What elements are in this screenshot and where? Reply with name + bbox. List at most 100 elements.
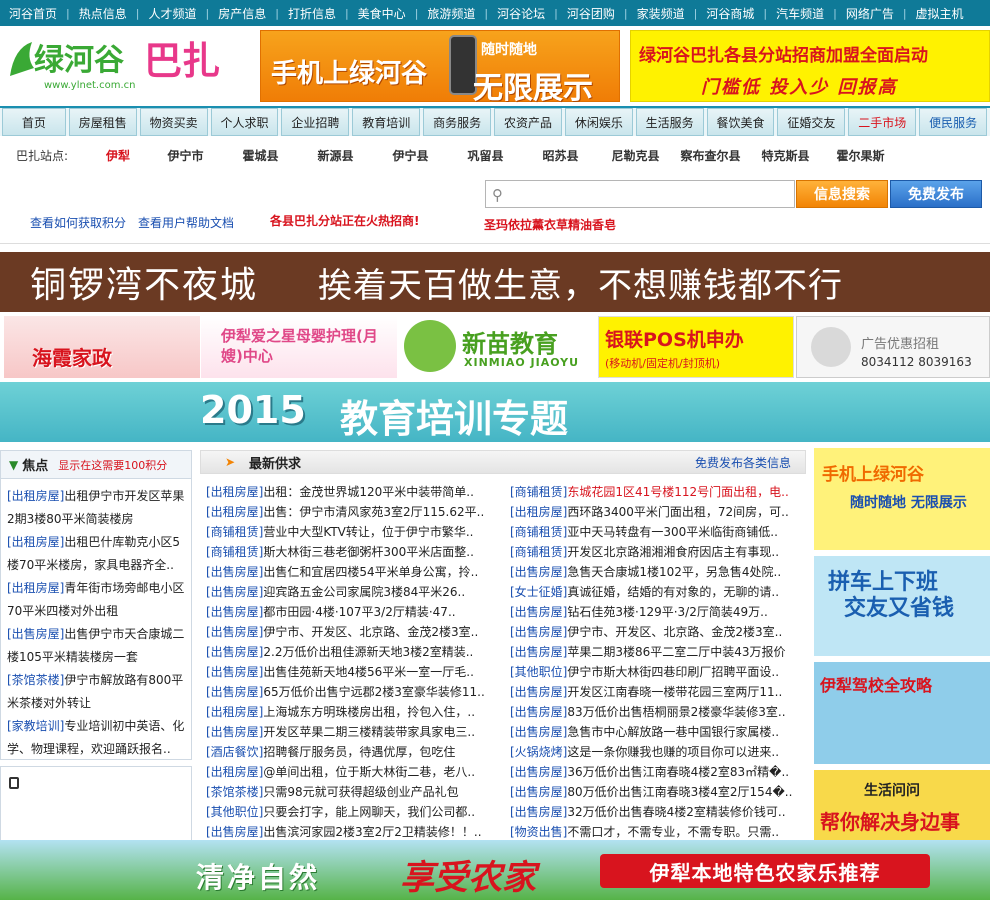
supply-item-text[interactable]: 出售：伊宁市清风家苑3室2厅115.62平.. <box>263 505 484 519</box>
promo-link[interactable]: 圣玛依拉薰衣草精油香皂 <box>484 216 616 233</box>
nav-tab[interactable]: 首页 <box>2 108 66 136</box>
recruit-link[interactable]: 各县巴扎分站正在火热招商! <box>270 212 419 229</box>
supply-item-tag[interactable]: [其他职位] <box>510 665 567 679</box>
supply-item-tag[interactable]: [出租房屋] <box>206 485 263 499</box>
supply-item[interactable]: [茶馆茶楼]只需98元就可获得超级创业产品礼包 <box>206 782 506 802</box>
supply-item-text[interactable]: @单间出租，位于斯大林街二巷，老八.. <box>263 765 475 779</box>
supply-item-text[interactable]: 只要会打字，能上网聊天，我们公司都.. <box>263 805 475 819</box>
right-ad-mobile[interactable]: 手机上绿河谷 随时随地 无限展示 <box>814 448 990 550</box>
supply-item[interactable]: [商铺租赁]营业中大型KTV转让，位于伊宁市繁华.. <box>206 522 506 542</box>
supply-item-tag[interactable]: [出售房屋] <box>206 665 263 679</box>
supply-item[interactable]: [出售房屋]急售天合康城1楼102平，另急售4处院.. <box>510 562 810 582</box>
supply-item[interactable]: [商铺租赁]斯大林街三巷老御粥杆300平米店面整.. <box>206 542 506 562</box>
supply-item-tag[interactable]: [物资出售] <box>510 825 567 839</box>
focus-item[interactable]: [出租房屋]出租伊宁市开发区苹果2期3楼80平米简装楼房 <box>7 485 187 531</box>
supply-item-tag[interactable]: [出售房屋] <box>510 645 567 659</box>
supply-item[interactable]: [出售房屋]36万低价出售江南春晓4楼2室83㎡精�.. <box>510 762 810 782</box>
topbar-item[interactable]: 热点信息 <box>70 5 136 22</box>
supply-item-text[interactable]: 招聘餐厅服务员，待遇优厚，包吃住 <box>263 745 455 759</box>
supply-item-text[interactable]: 不需口才，不需专业，不需专职。只需.. <box>567 825 779 839</box>
supply-item-tag[interactable]: [其他职位] <box>206 805 263 819</box>
supply-item-text[interactable]: 都市田园·4楼·107平3/2厅精装·47.. <box>263 605 455 619</box>
nav-tab[interactable]: 休闲娱乐 <box>564 108 633 136</box>
supply-item[interactable]: [出售房屋]出售滨河家园2楼3室2厅2卫精装修！！.. <box>206 822 506 842</box>
supply-item-text[interactable]: 出售仁和宜居四楼54平米单身公寓，拎.. <box>263 565 478 579</box>
station-link[interactable]: 尼勒克县 <box>598 147 673 164</box>
topbar-item[interactable]: 美食中心 <box>349 5 415 22</box>
topbar-item[interactable]: 家装频道 <box>628 5 694 22</box>
supply-item[interactable]: [商铺租赁]东城花园1区41号楼112号门面出租，电.. <box>510 482 810 502</box>
supply-item-text[interactable]: 东城花园1区41号楼112号门面出租，电.. <box>567 485 788 499</box>
topbar-item[interactable]: 汽车频道 <box>767 5 833 22</box>
supply-publish-link[interactable]: 免费发布各类信息 <box>695 454 791 471</box>
supply-item-text[interactable]: 苹果二期3楼86平二室二厅中装43万报价 <box>567 645 785 659</box>
supply-item[interactable]: [出售房屋]2.2万低价出租佳源新天地3楼2室精装.. <box>206 642 506 662</box>
supply-item-text[interactable]: 斯大林街三巷老御粥杆300平米店面整.. <box>263 545 474 559</box>
supply-item[interactable]: [出售房屋]伊宁市、开发区、北京路、金茂2楼3室.. <box>206 622 506 642</box>
supply-item-tag[interactable]: [出售房屋] <box>510 705 567 719</box>
supply-item-tag[interactable]: [出售房屋] <box>206 825 263 839</box>
supply-item-text[interactable]: 伊宁市、开发区、北京路、金茂2楼3室.. <box>263 625 478 639</box>
supply-item[interactable]: [出租房屋]西环路3400平米门面出租，72间房，可.. <box>510 502 810 522</box>
focus-item-tag[interactable]: [茶馆茶楼] <box>7 673 64 687</box>
topbar-item[interactable]: 房产信息 <box>209 5 275 22</box>
supply-item[interactable]: [出租房屋]出租：金茂世界城120平米中装带简单.. <box>206 482 506 502</box>
station-link[interactable]: 新源县 <box>298 147 373 164</box>
supply-item-text[interactable]: 西环路3400平米门面出租，72间房，可.. <box>567 505 788 519</box>
supply-item-tag[interactable]: [出租房屋] <box>510 505 567 519</box>
supply-item-text[interactable]: 80万低价出售江南春晓3楼4室2厅154�.. <box>567 785 792 799</box>
supply-item-text[interactable]: 开发区江南春晓一楼带花园三室两厅11.. <box>567 685 782 699</box>
supply-item-tag[interactable]: [商铺租赁] <box>510 525 567 539</box>
supply-item[interactable]: [出售房屋]32万低价出售春晓4楼2室精装修价钱可.. <box>510 802 810 822</box>
station-link[interactable]: 特克斯县 <box>748 147 823 164</box>
supply-item-tag[interactable]: [出售房屋] <box>206 685 263 699</box>
supply-item-tag[interactable]: [商铺租赁] <box>206 545 263 559</box>
supply-item-text[interactable]: 开发区苹果二期三楼精装带家具家电三.. <box>263 725 475 739</box>
supply-item-tag[interactable]: [出售房屋] <box>206 605 263 619</box>
footer-banner[interactable]: 清净自然 享受农家 伊犁本地特色农家乐推荐 <box>0 840 990 900</box>
ad-mobile-banner[interactable]: 手机上绿河谷 随时随地 无限展示 <box>260 30 620 106</box>
supply-item-tag[interactable]: [商铺租赁] <box>206 525 263 539</box>
topbar-item[interactable]: 网络广告 <box>837 5 903 22</box>
right-ad-driving[interactable]: 伊犁驾校全攻略 <box>814 662 990 764</box>
focus-item[interactable]: [出租房屋]出租巴什库勒克小区5楼70平米楼房，家具电器齐全.. <box>7 531 187 577</box>
station-link[interactable]: 伊宁县 <box>373 147 448 164</box>
supply-item-text[interactable]: 这是一条你赚我也赚的项目你可以进来.. <box>567 745 779 759</box>
supply-item[interactable]: [出售房屋]迎宾路五金公司家属院3楼84平米26.. <box>206 582 506 602</box>
station-link[interactable]: 霍城县 <box>223 147 298 164</box>
station-link[interactable]: 察布查尔县 <box>673 147 748 164</box>
topbar-item[interactable]: 河谷首页 <box>0 5 66 22</box>
ad-aixing[interactable]: 伊犁爱之星母婴护理(月嫂)中心 <box>201 316 397 378</box>
nav-tab[interactable]: 个人求职 <box>210 108 279 136</box>
nav-tab[interactable]: 二手市场 <box>848 108 917 136</box>
focus-item[interactable]: [出租房屋]青年街市场旁邮电小区70平米四楼对外出租 <box>7 577 187 623</box>
station-link[interactable]: 昭苏县 <box>523 147 598 164</box>
supply-item[interactable]: [出售房屋]都市田园·4楼·107平3/2厅精装·47.. <box>206 602 506 622</box>
supply-item[interactable]: [酒店餐饮]招聘餐厅服务员，待遇优厚，包吃住 <box>206 742 506 762</box>
supply-item-tag[interactable]: [出售房屋] <box>206 565 263 579</box>
supply-item-tag[interactable]: [出售房屋] <box>206 645 263 659</box>
station-link[interactable]: 霍尔果斯 <box>823 147 898 164</box>
supply-item-tag[interactable]: [出售房屋] <box>510 725 567 739</box>
supply-item-tag[interactable]: [出租房屋] <box>206 705 263 719</box>
supply-item-tag[interactable]: [出售房屋] <box>510 765 567 779</box>
nav-tab[interactable]: 农资产品 <box>494 108 562 136</box>
supply-item[interactable]: [出租房屋]出售：伊宁市清风家苑3室2厅115.62平.. <box>206 502 506 522</box>
points-help-link[interactable]: 查看如何获取积分 <box>30 214 126 231</box>
supply-item[interactable]: [出售房屋]出售佳苑新天地4楼56平米一室一厅毛.. <box>206 662 506 682</box>
ad-rent[interactable]: 广告优惠招租 8034112 8039163 <box>796 316 990 378</box>
supply-item-text[interactable]: 急售市中心解放路一巷中国银行家属楼.. <box>567 725 779 739</box>
topbar-item[interactable]: 虚拟主机 <box>907 5 973 22</box>
right-ad-life[interactable]: 生活问问 帮你解决身边事 <box>814 770 990 840</box>
focus-item[interactable]: [茶馆茶楼]伊宁市解放路有800平米茶楼对外转让 <box>7 669 187 715</box>
supply-item-text[interactable]: 2.2万低价出租佳源新天地3楼2室精装.. <box>263 645 473 659</box>
station-link[interactable]: 伊犁 <box>88 147 148 164</box>
supply-item-tag[interactable]: [出售房屋] <box>510 605 567 619</box>
supply-item-text[interactable]: 32万低价出售春晓4楼2室精装修价钱可.. <box>567 805 785 819</box>
supply-item-tag[interactable]: [出售房屋] <box>206 585 263 599</box>
nav-tab[interactable]: 物资买卖 <box>139 108 208 136</box>
supply-item-text[interactable]: 只需98元就可获得超级创业产品礼包 <box>263 785 458 799</box>
supply-item[interactable]: [其他职位]只要会打字，能上网聊天，我们公司都.. <box>206 802 506 822</box>
site-logo[interactable]: 绿河谷 巴扎 www.ylnet.com.cn <box>4 28 254 100</box>
ad-xinmiao[interactable]: 新苗教育 XINMIAO JIAOYU <box>398 316 594 378</box>
